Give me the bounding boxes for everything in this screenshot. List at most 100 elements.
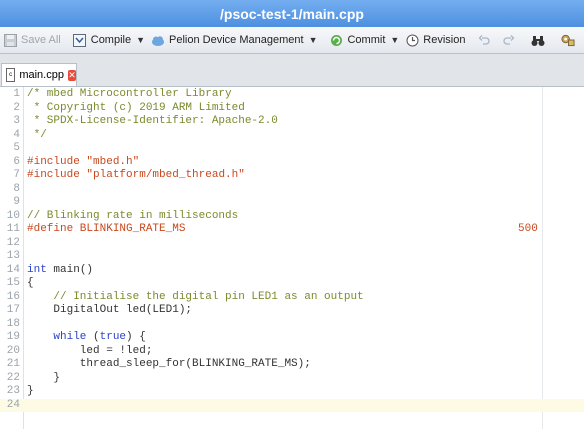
line-code: /* mbed Microcontroller Library <box>27 88 232 102</box>
line-number: 24 <box>6 398 20 411</box>
code-line[interactable]: 19 while (true) { <box>0 331 584 345</box>
redo-button[interactable] <box>498 29 522 51</box>
line-code: #include "mbed.h" <box>27 156 139 170</box>
undo-icon <box>477 33 491 47</box>
code-line[interactable]: 6 #include "mbed.h" <box>0 156 584 170</box>
redo-icon <box>501 33 515 47</box>
tab-main-cpp[interactable]: c main.cpp ✕ <box>1 63 77 86</box>
code-line[interactable]: 16 // Initialise the digital pin LED1 as… <box>0 291 584 305</box>
commit-button[interactable]: Commit ▼ <box>326 29 402 51</box>
code-token: true <box>99 331 127 343</box>
code-line[interactable]: 14 int main() <box>0 264 584 278</box>
code-line[interactable]: 23} <box>0 385 584 399</box>
line-code: led = !led; <box>27 344 153 359</box>
code-token: ) { <box>126 331 146 343</box>
chevron-down-icon[interactable]: ▼ <box>136 35 145 45</box>
line-number: 3 <box>13 115 20 127</box>
line-number: 4 <box>13 128 20 141</box>
code-token: ( <box>86 331 100 343</box>
close-icon[interactable]: ✕ <box>67 69 76 81</box>
code-editor[interactable]: 1 /* mbed Microcontroller Library 2 * Copy… <box>0 87 584 429</box>
code-line[interactable]: 7 #include "platform/mbed_thread.h" <box>0 169 584 183</box>
code-line[interactable]: 12 <box>0 237 584 251</box>
code-line[interactable]: 8 <box>0 183 584 197</box>
line-number: 17 <box>6 304 20 316</box>
commit-label: Commit <box>347 34 386 46</box>
code-token: } <box>27 371 61 384</box>
undo-button[interactable] <box>474 29 498 51</box>
line-number: 20 <box>6 344 20 357</box>
code-token: } <box>27 385 34 397</box>
code-line[interactable]: 1 /* mbed Microcontroller Library <box>0 88 584 102</box>
pelion-label: Pelion Device Management <box>169 34 304 46</box>
code-token: "platform/mbed_thread.h" <box>86 169 245 181</box>
code-token: DigitalOut led(LED1); <box>27 304 193 316</box>
code-line[interactable]: 22 } <box>0 372 584 386</box>
line-number: 1 <box>13 88 20 100</box>
line-code: { <box>27 277 34 291</box>
code-token: // Blinking rate in milliseconds <box>27 209 239 222</box>
code-line[interactable]: 5 <box>0 142 584 156</box>
settings-button[interactable] <box>558 29 582 51</box>
revision-button[interactable]: Revision <box>402 29 468 51</box>
commit-icon <box>329 33 343 47</box>
save-all-label: Save All <box>21 34 61 46</box>
save-all-button[interactable]: Save All <box>0 29 64 51</box>
compile-button[interactable]: Compile ▼ <box>70 29 148 51</box>
line-code: thread_sleep_for(BLINKING_RATE_MS); <box>27 358 311 372</box>
line-number: 12 <box>6 236 20 249</box>
code-token: #include <box>27 155 87 168</box>
line-number: 9 <box>13 196 20 208</box>
pelion-button[interactable]: Pelion Device Management ▼ <box>148 29 320 51</box>
toolbar: Save All Compile ▼ Pelion Device Managem… <box>0 27 584 54</box>
line-number: 15 <box>6 277 20 289</box>
window-title-bar: /psoc-test-1/main.cpp <box>0 0 584 27</box>
code-line[interactable]: 15 { <box>0 277 584 291</box>
line-code: #include "platform/mbed_thread.h" <box>27 169 245 183</box>
line-number: 22 <box>6 371 20 384</box>
code-token: thread_sleep_for(BLINKING_RATE_MS); <box>27 358 311 370</box>
code-line[interactable]: 4 */ <box>0 129 584 143</box>
code-line[interactable]: 3 * SPDX-License-Identifier: Apache-2.0 <box>0 115 584 129</box>
line-code: // Initialise the digital pin LED1 as an… <box>27 291 363 305</box>
save-icon <box>3 33 17 47</box>
line-code: int main() <box>27 264 93 278</box>
code-token: led = !led; <box>27 344 153 357</box>
line-code: } <box>27 385 34 399</box>
line-code: // Blinking rate in milliseconds <box>27 210 238 224</box>
code-line[interactable]: 13 <box>0 250 584 264</box>
code-line[interactable]: 20 led = !led; <box>0 345 584 359</box>
line-number: 13 <box>6 250 20 262</box>
code-line[interactable]: 21 thread_sleep_for(BLINKING_RATE_MS); <box>0 358 584 372</box>
code-token: #define BLINKING_RATE_MS <box>27 223 186 235</box>
find-button[interactable] <box>528 29 552 51</box>
chevron-down-icon[interactable]: ▼ <box>309 35 318 45</box>
line-code: while (true) { <box>27 331 146 345</box>
code-line[interactable]: 2 * Copyright (c) 2019 ARM Limited <box>0 102 584 116</box>
line-number: 11 <box>6 223 20 235</box>
window-title: /psoc-test-1/main.cpp <box>220 5 364 22</box>
line-number: 6 <box>13 155 20 168</box>
compile-label: Compile <box>90 34 132 46</box>
line-code: DigitalOut led(LED1); <box>27 304 192 318</box>
tab-label: main.cpp <box>19 69 64 81</box>
line-number: 2 <box>13 101 20 114</box>
chevron-down-icon[interactable]: ▼ <box>390 35 399 45</box>
code-line[interactable]: 18 <box>0 318 584 332</box>
code-line[interactable]: 24 <box>0 398 584 412</box>
line-number: 23 <box>6 385 20 397</box>
compile-icon <box>73 33 87 47</box>
code-token: */ <box>27 128 47 141</box>
code-line[interactable]: 11 #define BLINKING_RATE_MS 500 <box>0 223 584 237</box>
code-line[interactable]: 17 DigitalOut led(LED1); <box>0 304 584 318</box>
revision-label: Revision <box>423 34 466 46</box>
code-token: #include <box>27 169 87 181</box>
code-token: { <box>27 277 34 289</box>
code-token: int <box>27 263 47 276</box>
settings-icon <box>561 33 576 47</box>
code-line[interactable]: 10 // Blinking rate in milliseconds <box>0 210 584 224</box>
clock-icon <box>405 33 419 47</box>
line-number: 8 <box>13 182 20 195</box>
code-line[interactable]: 9 <box>0 196 584 210</box>
